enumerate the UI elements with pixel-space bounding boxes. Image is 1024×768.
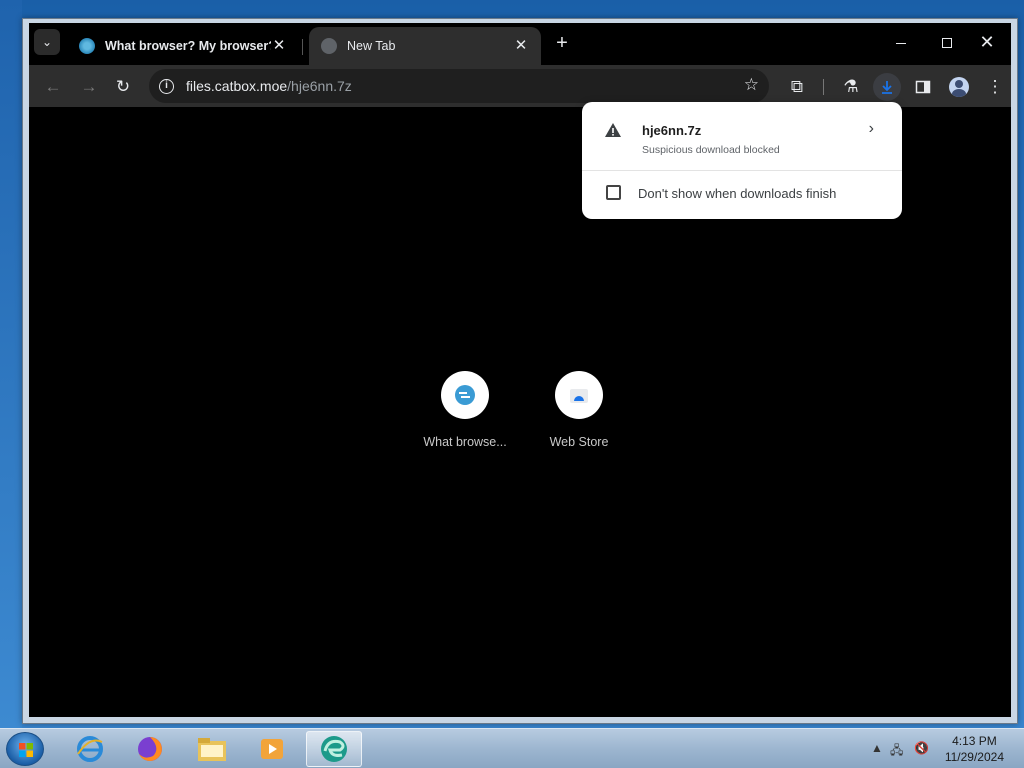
bookmark-star-icon[interactable]: ☆ — [744, 75, 759, 95]
tab-title: New Tab — [347, 39, 396, 53]
url-host: files.catbox.moe — [186, 78, 288, 94]
taskbar-explorer[interactable] — [184, 731, 240, 767]
labs-button[interactable]: ⚗ — [837, 73, 865, 101]
folder-icon — [198, 738, 226, 761]
forward-button[interactable]: → — [75, 73, 103, 101]
site-favicon-icon — [455, 385, 475, 405]
tab-separator — [302, 39, 303, 55]
tab-search-button[interactable]: ⌄ — [34, 29, 60, 55]
desktop-background — [0, 0, 22, 728]
dont-show-checkbox[interactable] — [606, 185, 621, 200]
shortcut-tile — [555, 371, 603, 419]
divider — [582, 170, 902, 171]
avatar — [949, 77, 969, 97]
side-panel-icon — [915, 80, 931, 94]
url-path: /hje6nn.7z — [287, 78, 352, 94]
show-hidden-icons-icon[interactable]: ▲ — [871, 741, 883, 755]
side-panel-button[interactable] — [909, 73, 937, 101]
edge-icon — [321, 736, 347, 762]
close-icon[interactable]: ✕ — [513, 38, 529, 54]
firefox-icon — [138, 737, 162, 761]
system-clock[interactable]: 4:13 PM 11/29/2024 — [945, 733, 1004, 765]
download-filename[interactable]: hje6nn.7z — [642, 123, 701, 138]
taskbar-firefox[interactable] — [122, 731, 178, 767]
flask-icon: ⚗ — [843, 77, 859, 96]
reload-icon: ↻ — [115, 77, 131, 96]
puzzle-icon: ⧉ — [790, 77, 804, 96]
clock-date: 11/29/2024 — [944, 750, 1004, 764]
taskbar-edge[interactable] — [306, 731, 362, 767]
taskbar-media-player[interactable] — [244, 731, 300, 767]
maximize-icon — [942, 38, 952, 49]
taskbar: ▲ 🖧 🔇 4:13 PM 11/29/2024 — [0, 728, 1024, 768]
tab-strip: ⌄ What browser? My browser? Is ✕ New Tab… — [29, 23, 1011, 65]
shortcut-label: Web Store — [549, 435, 609, 449]
taskbar-internet-explorer[interactable] — [62, 731, 118, 767]
tab-title: What browser? My browser? Is — [105, 39, 271, 53]
site-favicon-icon — [79, 38, 95, 54]
profile-button[interactable] — [945, 73, 973, 101]
downloads-button[interactable] — [873, 73, 901, 101]
toolbar-divider — [823, 79, 824, 95]
close-icon: ✕ — [979, 32, 995, 52]
toolbar: ← → ↻ i files.catbox.moe/hje6nn.7z ☆ ⧉ ⚗… — [29, 65, 1011, 107]
window-close-button[interactable]: ✕ — [969, 29, 1005, 55]
site-info-icon[interactable]: i — [159, 78, 174, 94]
maximize-button[interactable] — [929, 29, 965, 55]
download-status: Suspicious download blocked — [642, 144, 780, 156]
minimize-icon — [896, 42, 906, 44]
download-icon — [882, 81, 892, 94]
shortcut-web-store[interactable]: Web Store — [523, 371, 635, 449]
network-icon[interactable]: 🖧 — [890, 741, 903, 762]
minimize-button[interactable] — [883, 29, 919, 55]
plus-icon: + — [556, 32, 568, 54]
new-tab-button[interactable]: + — [549, 31, 575, 57]
web-store-icon — [570, 389, 588, 403]
arrow-right-icon: → — [80, 77, 98, 96]
shortcut-tile — [441, 371, 489, 419]
address-bar[interactable]: i files.catbox.moe/hje6nn.7z ☆ — [149, 69, 769, 103]
start-button[interactable] — [6, 732, 44, 766]
globe-icon — [321, 38, 337, 54]
media-player-icon — [261, 739, 283, 759]
tab-what-browser[interactable]: What browser? My browser? Is ✕ — [67, 27, 299, 65]
close-icon[interactable]: ✕ — [271, 38, 287, 54]
windows-logo-icon — [19, 743, 33, 757]
back-button[interactable]: ← — [39, 73, 67, 101]
downloads-bubble: hje6nn.7z Suspicious download blocked › … — [582, 102, 902, 219]
clock-time: 4:13 PM — [952, 734, 997, 748]
reload-button[interactable]: ↻ — [109, 73, 137, 101]
internet-explorer-icon — [77, 736, 103, 762]
kebab-menu-icon: ⋮ — [986, 77, 1004, 96]
chevron-down-icon: ⌄ — [41, 35, 53, 49]
shortcut-label: What browse... — [423, 435, 507, 449]
volume-muted-icon[interactable]: 🔇 — [914, 741, 929, 755]
shortcut-what-browser[interactable]: What browse... — [409, 371, 521, 449]
warning-icon — [605, 123, 621, 137]
extensions-button[interactable]: ⧉ — [783, 73, 811, 101]
tab-new-tab[interactable]: New Tab ✕ — [309, 27, 541, 65]
menu-button[interactable]: ⋮ — [981, 73, 1009, 101]
arrow-left-icon: ← — [44, 77, 62, 96]
chevron-right-icon[interactable]: › — [869, 120, 874, 138]
checkbox-label[interactable]: Don't show when downloads finish — [638, 186, 836, 201]
